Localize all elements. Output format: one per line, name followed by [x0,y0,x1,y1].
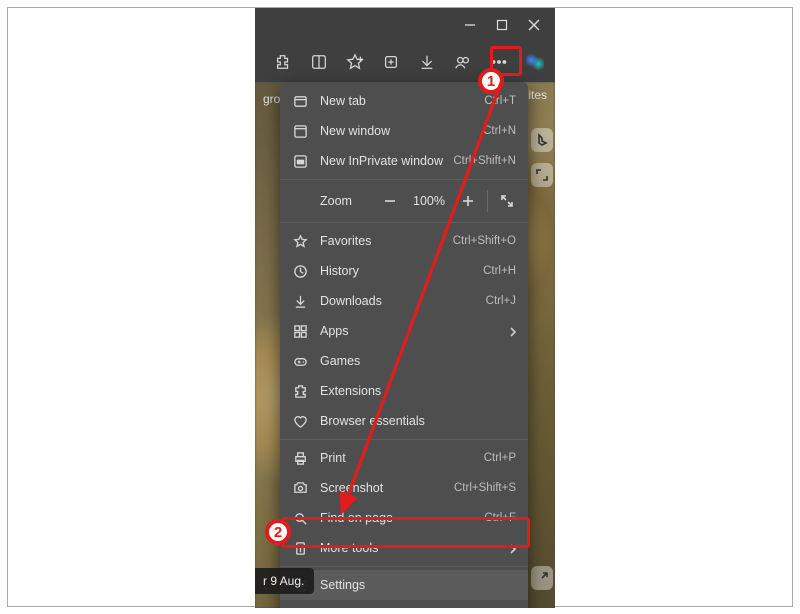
favorites-icon [292,233,308,249]
more-menu-button[interactable] [485,48,513,76]
menu-new-tab[interactable]: New tab Ctrl+T [280,86,528,116]
downloads-icon [292,293,308,309]
menu-shortcut: Ctrl+N [483,125,516,137]
new-tab-icon [292,93,308,109]
menu-more-tools[interactable]: More tools [280,533,528,563]
menu-shortcut: Ctrl+P [484,452,516,464]
menu-shortcut: Ctrl+F [484,512,516,524]
settings-and-more-menu: New tab Ctrl+T New window Ctrl+N New InP… [280,82,528,608]
zoom-in-button[interactable] [455,188,481,214]
collections-icon[interactable] [377,48,405,76]
extensions-icon [292,383,308,399]
screenshot-icon [292,480,308,496]
minimize-button[interactable] [463,18,477,32]
menu-settings[interactable]: Settings [280,570,528,600]
menu-separator [280,179,528,180]
menu-label: Games [320,354,516,368]
menu-label: Apps [320,324,516,338]
menu-label: Extensions [320,384,516,398]
menu-separator [280,439,528,440]
menu-shortcut: Ctrl+J [486,295,516,307]
menu-new-window[interactable]: New window Ctrl+N [280,116,528,146]
profile-icon[interactable] [449,48,477,76]
zoom-out-button[interactable] [377,188,403,214]
menu-separator [280,566,528,567]
more-tools-icon [292,540,308,556]
menu-shortcut: Ctrl+Shift+N [453,155,516,167]
heart-pulse-icon [292,413,308,429]
menu-separator [280,222,528,223]
menu-shortcut: Ctrl+Shift+O [453,235,516,247]
menu-label: Browser essentials [320,414,516,428]
menu-find-on-page[interactable]: Find on page Ctrl+F [280,503,528,533]
menu-favorites[interactable]: Favorites Ctrl+Shift+O [280,226,528,256]
inprivate-icon [292,153,308,169]
side-action-expand[interactable] [531,566,553,590]
menu-help-feedback[interactable]: Help and feedback [280,600,528,608]
menu-label: Settings [320,578,516,592]
menu-shortcut: Ctrl+T [484,95,516,107]
help-icon [292,607,308,608]
side-action-bing[interactable] [531,128,553,152]
zoom-value: 100% [407,194,451,208]
menu-label: More tools [320,541,516,555]
extensions-icon[interactable] [269,48,297,76]
print-icon [292,450,308,466]
maximize-button[interactable] [495,18,509,32]
menu-downloads[interactable]: Downloads Ctrl+J [280,286,528,316]
browser-toolbar [255,42,555,82]
date-badge: r 9 Aug. [255,568,314,594]
zoom-divider [487,190,488,212]
screenshot-frame: ground orites New tab Ctrl+T [7,7,793,607]
find-icon [292,510,308,526]
menu-shortcut: Ctrl+H [483,265,516,277]
menu-print[interactable]: Print Ctrl+P [280,443,528,473]
new-window-icon [292,123,308,139]
browser-window: ground orites New tab Ctrl+T [255,8,555,608]
window-titlebar [255,8,555,42]
menu-history[interactable]: History Ctrl+H [280,256,528,286]
menu-zoom: Zoom 100% [280,183,528,219]
copilot-icon[interactable] [521,48,549,76]
favorites-star-icon[interactable] [341,48,369,76]
menu-games[interactable]: Games [280,346,528,376]
apps-icon [292,323,308,339]
chevron-right-icon [508,326,518,336]
menu-apps[interactable]: Apps [280,316,528,346]
history-icon [292,263,308,279]
split-screen-icon[interactable] [305,48,333,76]
downloads-icon[interactable] [413,48,441,76]
menu-extensions[interactable]: Extensions [280,376,528,406]
menu-browser-essentials[interactable]: Browser essentials [280,406,528,436]
fullscreen-button[interactable] [494,188,520,214]
menu-shortcut: Ctrl+Shift+S [454,482,516,494]
side-action-fullscreen[interactable] [531,163,553,187]
close-button[interactable] [527,18,541,32]
chevron-right-icon [508,543,518,553]
menu-new-inprivate[interactable]: New InPrivate window Ctrl+Shift+N [280,146,528,176]
zoom-label: Zoom [320,194,352,208]
menu-screenshot[interactable]: Screenshot Ctrl+Shift+S [280,473,528,503]
games-icon [292,353,308,369]
